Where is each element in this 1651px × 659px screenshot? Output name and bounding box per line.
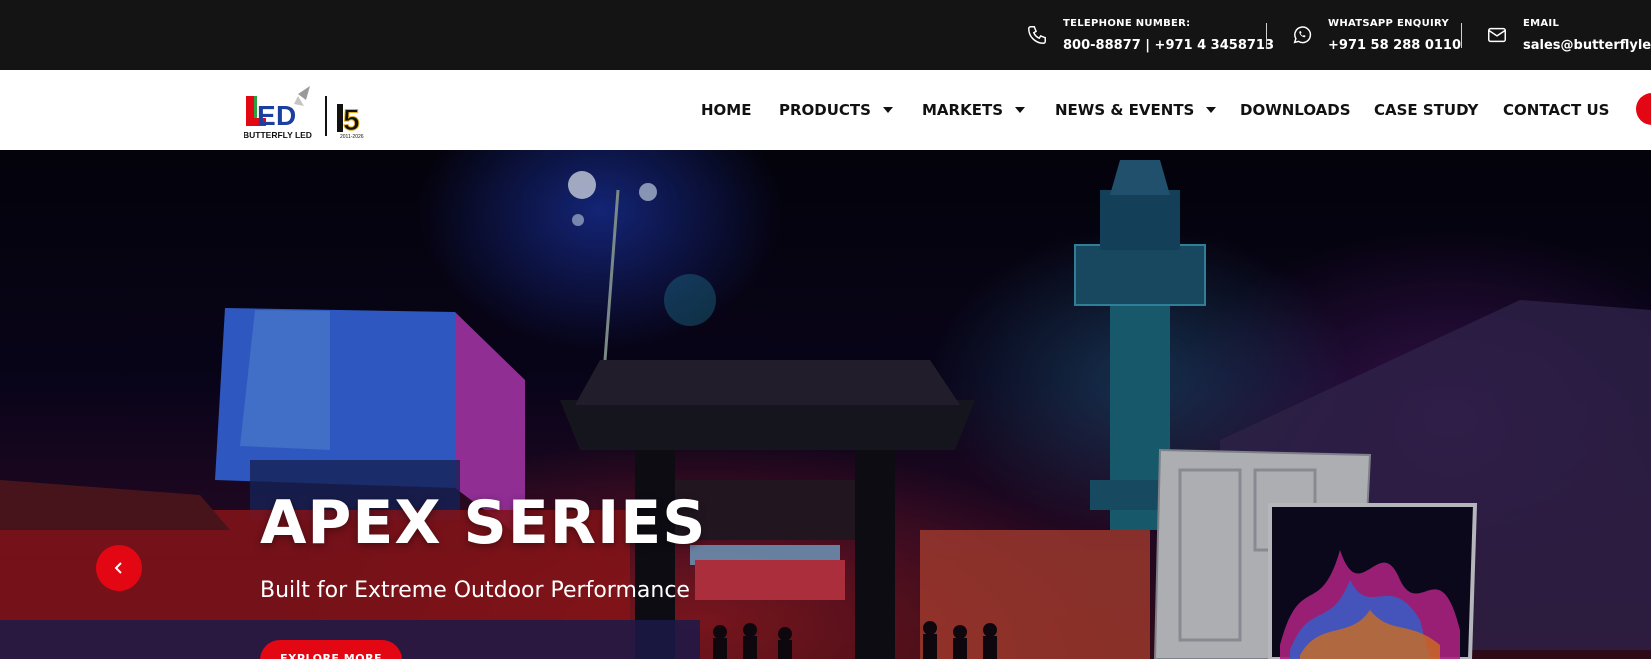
- svg-text:2011-2026: 2011-2026: [340, 134, 364, 140]
- nav-products[interactable]: PRODUCTS: [779, 101, 893, 119]
- svg-text:BUTTERFLY LED: BUTTERFLY LED: [244, 130, 312, 140]
- caret-down-icon: [882, 107, 893, 113]
- hero-background-image: [0, 150, 1651, 659]
- phone-icon: [1025, 23, 1049, 47]
- nav-label: DOWNLOADS: [1240, 101, 1351, 119]
- nav-label: NEWS & EVENTS: [1055, 101, 1195, 119]
- caret-down-icon: [1015, 107, 1025, 113]
- site-logo[interactable]: E D BUTTERFLY LED 5 2011-2026: [243, 80, 394, 142]
- explore-more-button[interactable]: EXPLORE MORE: [260, 640, 402, 659]
- divider: [1266, 23, 1267, 48]
- hero-title: APEX SERIES: [260, 488, 707, 558]
- hero-subtitle: Built for Extreme Outdoor Performance: [260, 578, 690, 603]
- email-contact[interactable]: EMAIL sales@butterflyled.com: [1485, 0, 1651, 70]
- nav-home[interactable]: HOME: [701, 101, 751, 119]
- telephone-value[interactable]: 800-88877 | +971 4 3458713: [1063, 38, 1274, 53]
- telephone-label: TELEPHONE NUMBER:: [1063, 17, 1191, 29]
- nav-label: MARKETS: [922, 101, 1003, 119]
- divider: [1461, 23, 1462, 48]
- email-label: EMAIL: [1523, 17, 1560, 29]
- whatsapp-label: WHATSAPP ENQUIRY: [1328, 17, 1450, 29]
- nav-label: CONTACT US: [1503, 101, 1610, 119]
- svg-text:E: E: [257, 100, 276, 131]
- caret-down-icon: [1206, 107, 1217, 113]
- nav-contact-us[interactable]: CONTACT US: [1503, 101, 1609, 119]
- svg-text:5: 5: [343, 104, 360, 137]
- whatsapp-contact[interactable]: WHATSAPP ENQUIRY +971 58 288 0110: [1290, 0, 1461, 70]
- mail-icon: [1485, 23, 1509, 47]
- slider-prev-button[interactable]: [96, 545, 142, 591]
- whatsapp-icon: [1290, 23, 1314, 47]
- nav-downloads[interactable]: DOWNLOADS: [1240, 101, 1351, 119]
- nav-case-study[interactable]: CASE STUDY: [1374, 101, 1478, 119]
- nav-label: CASE STUDY: [1374, 101, 1479, 119]
- top-contact-bar: TELEPHONE NUMBER: 800-88877 | +971 4 345…: [0, 0, 1651, 70]
- nav-markets[interactable]: MARKETS: [922, 101, 1025, 119]
- main-header: E D BUTTERFLY LED 5 2011-2026 HOME PRODU…: [0, 70, 1651, 150]
- chevron-left-icon: [114, 562, 122, 574]
- nav-news-events[interactable]: NEWS & EVENTS: [1055, 101, 1217, 119]
- whatsapp-value[interactable]: +971 58 288 0110: [1328, 38, 1461, 53]
- svg-text:D: D: [276, 100, 296, 131]
- email-value[interactable]: sales@butterflyled.com: [1523, 38, 1651, 53]
- nav-label: PRODUCTS: [779, 101, 871, 119]
- hero-slider: APEX SERIES Built for Extreme Outdoor Pe…: [0, 150, 1651, 659]
- telephone-contact[interactable]: TELEPHONE NUMBER: 800-88877 | +971 4 345…: [1025, 0, 1274, 70]
- nav-label: HOME: [701, 101, 752, 119]
